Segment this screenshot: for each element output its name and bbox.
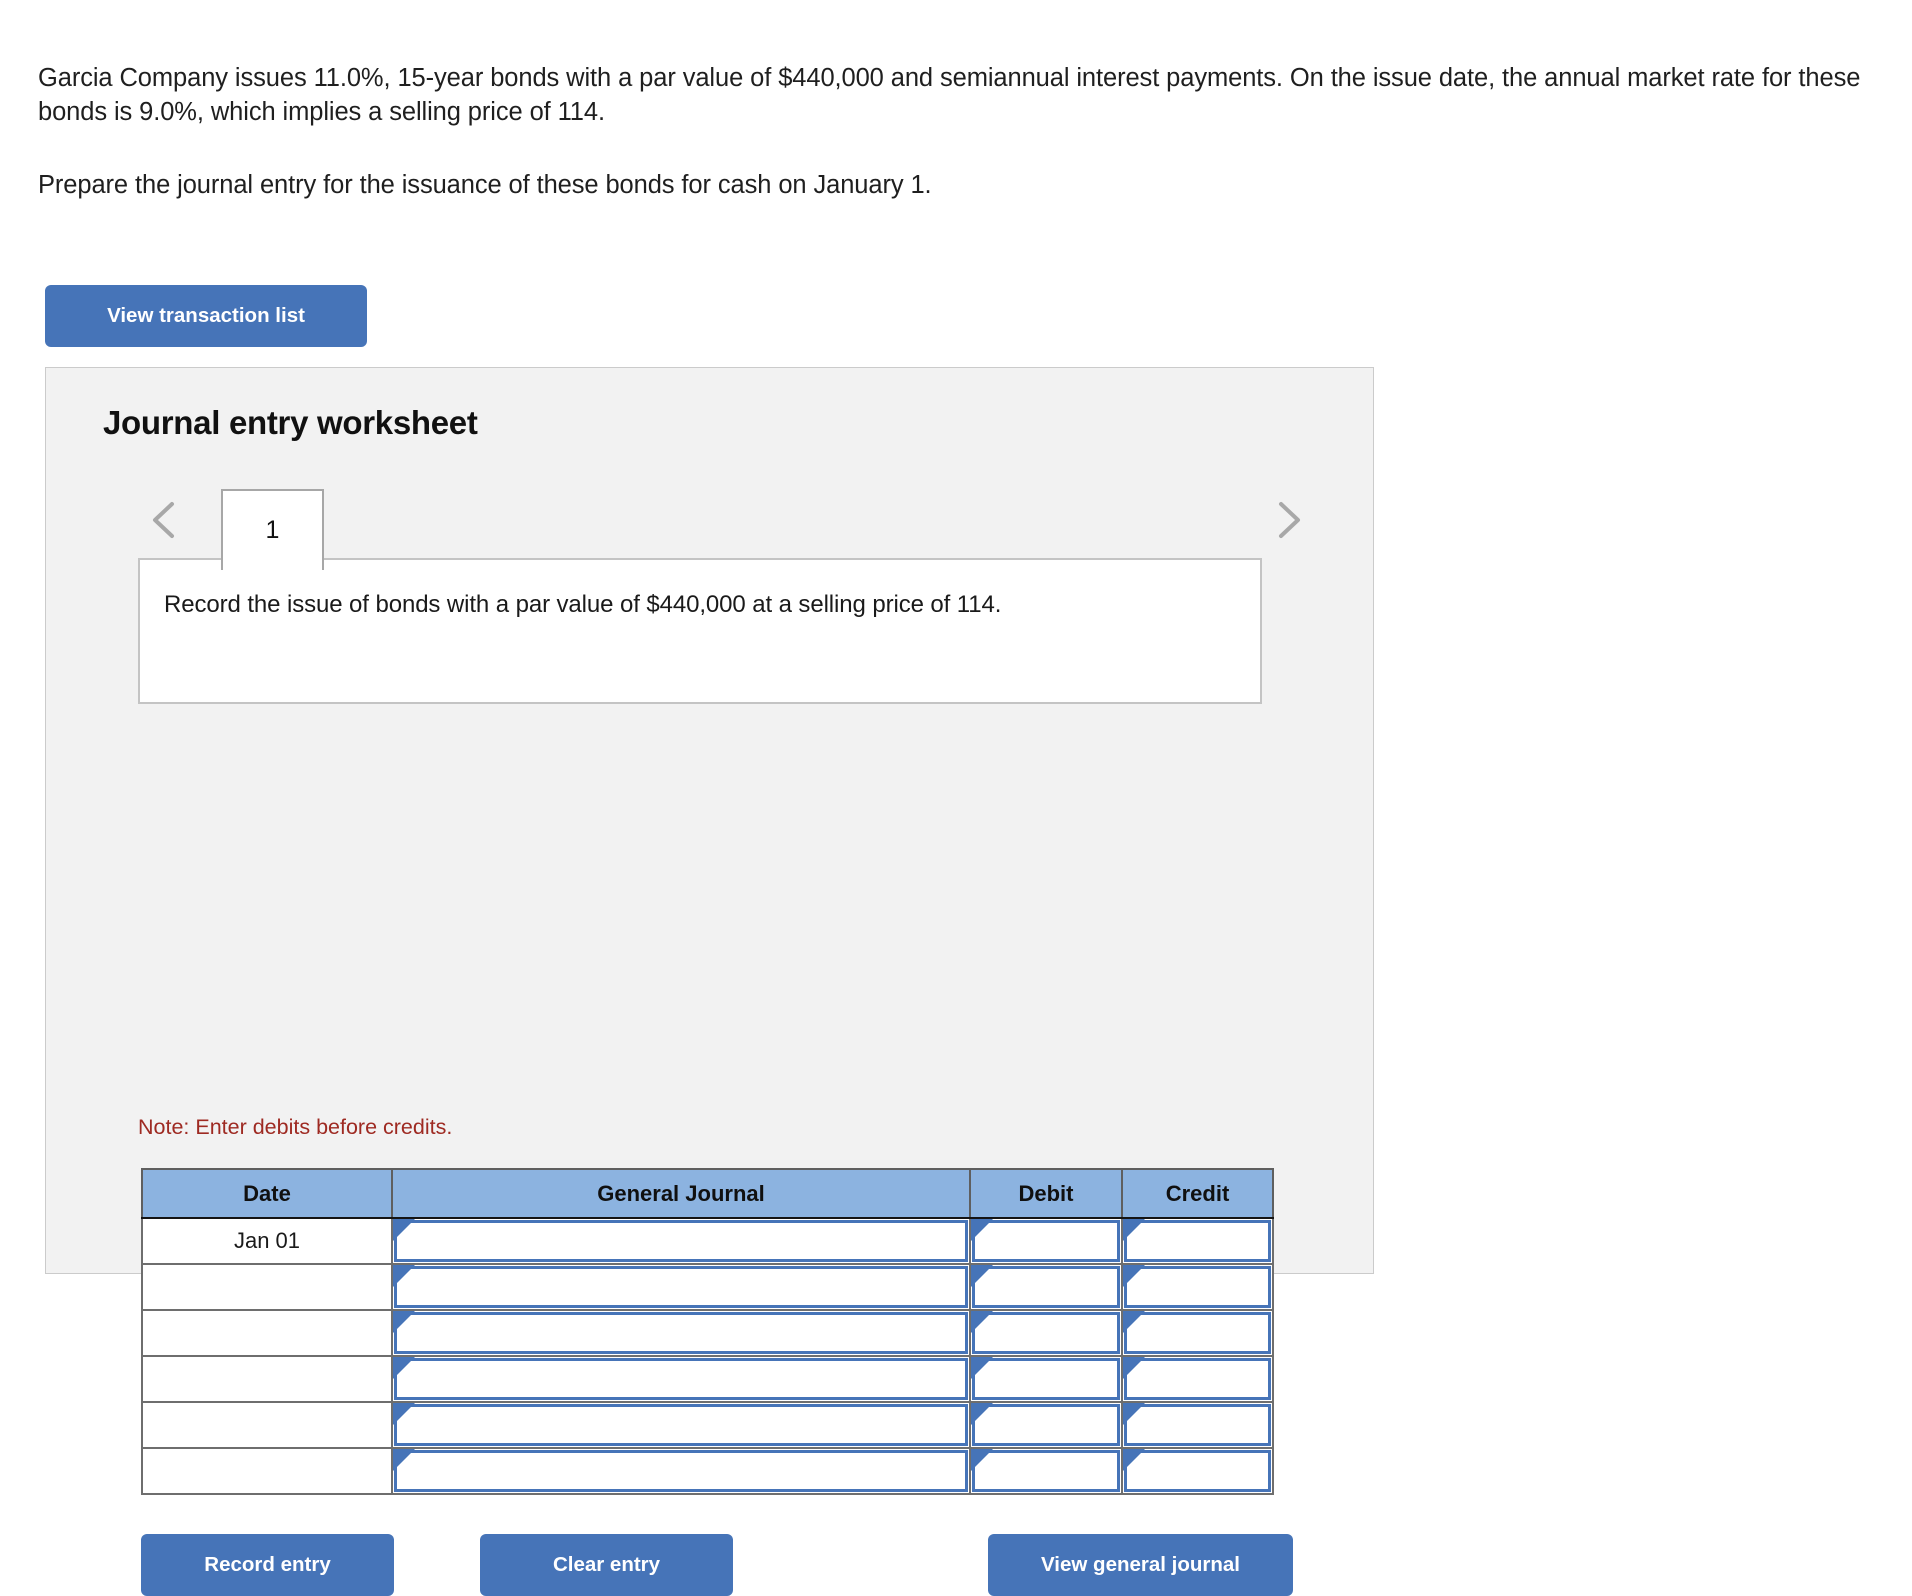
cell-credit[interactable] — [1121, 1309, 1274, 1357]
general-journal-input[interactable] — [394, 1358, 968, 1400]
general-journal-input[interactable] — [394, 1404, 968, 1446]
cell-credit[interactable] — [1121, 1447, 1274, 1495]
cell-date[interactable] — [141, 1447, 393, 1495]
cell-debit[interactable] — [969, 1401, 1123, 1449]
chevron-left-icon[interactable] — [148, 498, 182, 542]
cell-general-journal[interactable] — [391, 1263, 971, 1311]
problem-paragraph-2: Prepare the journal entry for the issuan… — [38, 171, 932, 200]
debit-input[interactable] — [972, 1358, 1120, 1400]
general-journal-input[interactable] — [394, 1266, 968, 1308]
worksheet-tabstrip: 1 — [46, 478, 1373, 570]
clear-entry-button[interactable]: Clear entry — [480, 1534, 733, 1596]
debit-input[interactable] — [972, 1266, 1120, 1308]
credit-input[interactable] — [1124, 1404, 1271, 1446]
cell-date[interactable] — [141, 1355, 393, 1403]
debits-before-credits-note: Note: Enter debits before credits. — [138, 1115, 453, 1139]
credit-input[interactable] — [1124, 1312, 1271, 1354]
cell-credit[interactable] — [1121, 1355, 1274, 1403]
cell-credit[interactable] — [1121, 1401, 1274, 1449]
cell-general-journal[interactable] — [391, 1217, 971, 1265]
column-header-credit: Credit — [1121, 1168, 1274, 1219]
cell-general-journal[interactable] — [391, 1309, 971, 1357]
cell-credit[interactable] — [1121, 1263, 1274, 1311]
cell-date[interactable]: Jan 01 — [141, 1217, 393, 1265]
page-root: Garcia Company issues 11.0%, 15-year bon… — [0, 0, 1912, 1596]
table-row: Jan 01 — [141, 1217, 1274, 1265]
table-row — [141, 1309, 1274, 1357]
transaction-description-text: Record the issue of bonds with a par val… — [164, 591, 1002, 618]
table-row — [141, 1447, 1274, 1495]
cell-debit[interactable] — [969, 1309, 1123, 1357]
cell-credit[interactable] — [1121, 1217, 1274, 1265]
credit-input[interactable] — [1124, 1450, 1271, 1492]
column-header-date: Date — [141, 1168, 393, 1219]
transaction-description-box: Record the issue of bonds with a par val… — [138, 558, 1262, 704]
general-journal-input[interactable] — [394, 1450, 968, 1492]
worksheet-tab-1[interactable]: 1 — [221, 489, 324, 570]
table-row — [141, 1401, 1274, 1449]
column-header-general-journal: General Journal — [391, 1168, 971, 1219]
credit-input[interactable] — [1124, 1358, 1271, 1400]
credit-input[interactable] — [1124, 1266, 1271, 1308]
record-entry-button[interactable]: Record entry — [141, 1534, 394, 1596]
view-transaction-list-button[interactable]: View transaction list — [45, 285, 367, 347]
table-header-row: Date General Journal Debit Credit — [141, 1168, 1274, 1219]
cell-debit[interactable] — [969, 1263, 1123, 1311]
journal-entry-worksheet-panel: Journal entry worksheet 1 Record the iss… — [45, 367, 1374, 1596]
journal-entry-table: Date General Journal Debit Credit Jan 01 — [141, 1168, 1274, 1495]
general-journal-input[interactable] — [394, 1220, 968, 1262]
cell-debit[interactable] — [969, 1355, 1123, 1403]
problem-paragraph-1: Garcia Company issues 11.0%, 15-year bon… — [38, 64, 1861, 126]
general-journal-input[interactable] — [394, 1312, 968, 1354]
debit-input[interactable] — [972, 1312, 1120, 1354]
chevron-right-icon[interactable] — [1271, 498, 1305, 542]
debit-input[interactable] — [972, 1450, 1120, 1492]
cell-date[interactable] — [141, 1263, 393, 1311]
cell-general-journal[interactable] — [391, 1447, 971, 1495]
worksheet-title: Journal entry worksheet — [103, 404, 478, 441]
debit-input[interactable] — [972, 1404, 1120, 1446]
credit-input[interactable] — [1124, 1220, 1271, 1262]
view-general-journal-button[interactable]: View general journal — [988, 1534, 1293, 1596]
table-row — [141, 1355, 1274, 1403]
cell-general-journal[interactable] — [391, 1401, 971, 1449]
problem-statement: Garcia Company issues 11.0%, 15-year bon… — [38, 62, 1900, 203]
cell-date[interactable] — [141, 1401, 393, 1449]
cell-debit[interactable] — [969, 1447, 1123, 1495]
debit-input[interactable] — [972, 1220, 1120, 1262]
cell-date[interactable] — [141, 1309, 393, 1357]
column-header-debit: Debit — [969, 1168, 1123, 1219]
cell-general-journal[interactable] — [391, 1355, 971, 1403]
cell-debit[interactable] — [969, 1217, 1123, 1265]
table-row — [141, 1263, 1274, 1311]
worksheet-tab-1-label: 1 — [265, 516, 280, 544]
